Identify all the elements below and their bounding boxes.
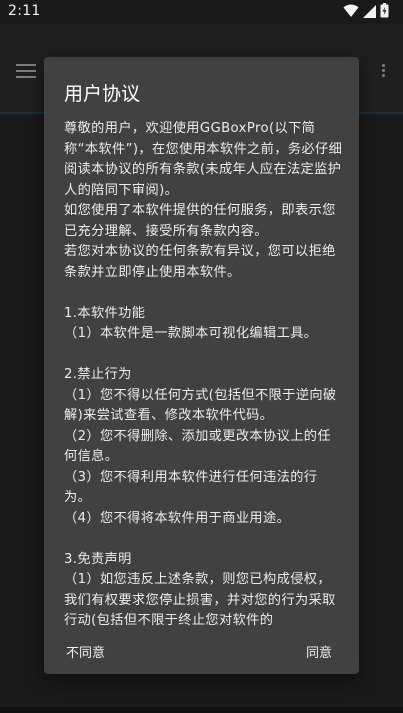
agreement-paragraph: （1）您不得以任何方式(包括但不限于逆向破解)来尝试查看、修改本软件代码。 <box>64 387 337 424</box>
agreement-paragraph: 若您对本协议的任何条款有异议，您可以拒绝条款并立即停止使用本软件。 <box>64 244 336 280</box>
status-bar: 2:11 <box>0 0 403 24</box>
agreement-paragraph: （1）如您违反上述条款，则您已构成侵权，我们有权要求您停止损害，并对您的行为采取… <box>64 572 336 628</box>
agreement-paragraph: （2）您不得删除、添加或更改本协议上的任何信息。 <box>64 428 331 465</box>
agreement-paragraph: 尊敬的用户，欢迎使用GGBoxPro(以下简称“本软件”)，在您使用本软件之前，… <box>64 121 343 198</box>
agree-button[interactable]: 同意 <box>306 642 332 661</box>
section-heading: 1.本软件功能 <box>64 305 146 321</box>
wifi-icon <box>343 3 359 22</box>
section-heading: 3.免责声明 <box>64 551 132 567</box>
status-icons <box>343 2 389 22</box>
screen: 2:11 用户协议 尊敬的用户，欢迎使用GGBoxPro(以下简称“本软件”)，… <box>0 0 403 713</box>
battery-icon <box>380 2 389 22</box>
user-agreement-dialog: 用户协议 尊敬的用户，欢迎使用GGBoxPro(以下简称“本软件”)，在您使用本… <box>44 57 359 674</box>
agreement-paragraph: 如您使用了本软件提供的任何服务，即表示您已充分理解、接受所有条款内容。 <box>64 203 336 239</box>
navigation-bar <box>0 707 403 713</box>
agreement-paragraph: （1）本软件是一款脚本可视化编辑工具。 <box>64 326 318 341</box>
agreement-paragraph: （4）您不得将本软件用于商业用途。 <box>64 510 291 526</box>
disagree-button[interactable]: 不同意 <box>66 642 105 661</box>
dialog-actions: 不同意 同意 <box>44 634 359 674</box>
dialog-title: 用户协议 <box>64 83 141 105</box>
section-heading: 2.禁止行为 <box>64 367 132 382</box>
agreement-paragraph: （3）您不得利用本软件进行任何违法的行为。 <box>64 469 318 506</box>
status-time: 2:11 <box>8 3 41 19</box>
signal-icon <box>363 3 376 22</box>
agreement-text-scroll[interactable]: 尊敬的用户，欢迎使用GGBoxPro(以下简称“本软件”)，在您使用本软件之前，… <box>64 119 344 639</box>
